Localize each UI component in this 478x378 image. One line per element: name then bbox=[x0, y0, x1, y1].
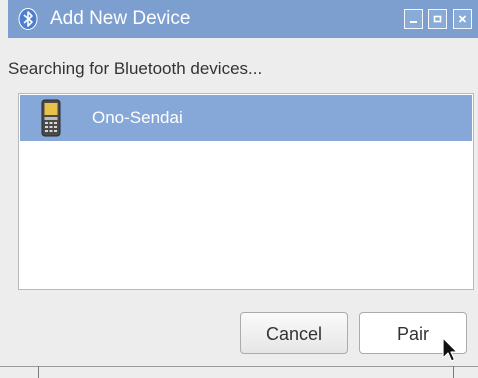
mobile-phone-icon bbox=[41, 99, 61, 137]
divider-tick bbox=[38, 366, 39, 378]
device-name: Ono-Sendai bbox=[92, 108, 183, 127]
divider-tick bbox=[453, 366, 454, 378]
divider bbox=[0, 366, 478, 367]
minimize-button[interactable] bbox=[404, 9, 423, 29]
title-bar[interactable]: Add New Device bbox=[8, 0, 478, 38]
mouse-pointer-icon bbox=[442, 337, 458, 362]
minimize-icon bbox=[410, 21, 417, 23]
maximize-icon bbox=[433, 15, 442, 23]
close-icon bbox=[458, 15, 467, 23]
window-title: Add New Device bbox=[50, 8, 191, 29]
close-button[interactable] bbox=[453, 9, 472, 29]
add-new-device-window: Add New Device Searching for Bluetooth d… bbox=[0, 0, 478, 378]
status-text: Searching for Bluetooth devices... bbox=[8, 59, 263, 78]
maximize-button[interactable] bbox=[428, 9, 447, 29]
bluetooth-icon bbox=[18, 8, 38, 30]
device-list[interactable]: Ono-Sendai bbox=[18, 93, 474, 290]
device-list-item[interactable]: Ono-Sendai bbox=[20, 95, 472, 141]
cancel-button[interactable]: Cancel bbox=[240, 312, 348, 354]
